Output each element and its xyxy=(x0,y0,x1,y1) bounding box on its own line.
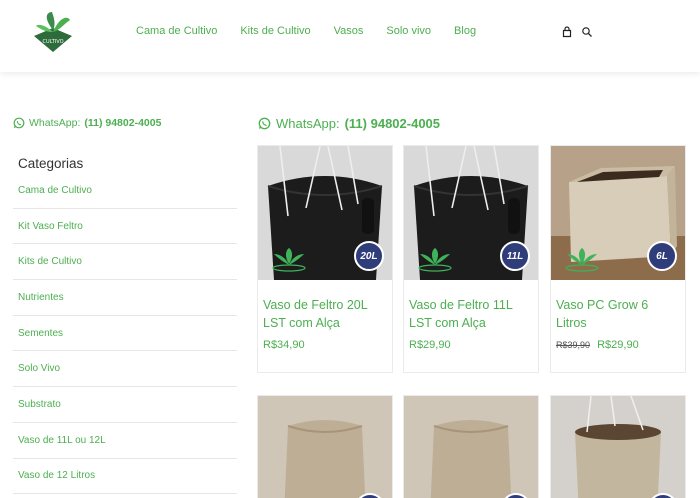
nav-blog[interactable]: Blog xyxy=(454,25,476,37)
sidebar-whatsapp[interactable]: WhatsApp: (11) 94802-4005 xyxy=(13,117,161,129)
svg-text:CULTIVO: CULTIVO xyxy=(42,39,63,45)
product-name[interactable]: Vaso de Feltro 11L LST com Alça xyxy=(409,296,534,332)
categories-title: Categorias xyxy=(18,156,84,171)
site-header: CULTIVO Cama de Cultivo Kits de Cultivo … xyxy=(0,0,700,72)
nav-cama-de-cultivo[interactable]: Cama de Cultivo xyxy=(136,25,217,37)
category-item[interactable]: Substrato xyxy=(13,387,237,423)
product-image[interactable] xyxy=(404,396,538,498)
category-item[interactable]: Nutrientes xyxy=(13,280,237,316)
search-icon[interactable] xyxy=(581,26,593,38)
product-card[interactable] xyxy=(550,395,686,498)
category-item[interactable]: Vaso de 11L ou 12L xyxy=(13,423,237,459)
product-price: R$39,90 R$29,90 xyxy=(556,339,639,351)
product-name[interactable]: Vaso de Feltro 20L LST com Alça xyxy=(263,296,388,332)
nav-kits-de-cultivo[interactable]: Kits de Cultivo xyxy=(240,25,310,37)
product-price-value: R$29,90 xyxy=(409,339,451,351)
nav-vasos[interactable]: Vasos xyxy=(334,25,364,37)
category-item[interactable]: Cama de Cultivo xyxy=(13,173,237,209)
category-item[interactable]: Kits de Cultivo xyxy=(13,244,237,281)
product-card[interactable]: 6L Vaso PC Grow 6 Litros R$39,90 R$29,90 xyxy=(550,145,686,373)
whatsapp-number: (11) 94802-4005 xyxy=(84,117,162,129)
size-badge: 11L xyxy=(500,241,530,271)
category-item[interactable]: Vaso de 12 Litros xyxy=(13,459,237,495)
product-price-value: R$34,90 xyxy=(263,339,305,351)
whatsapp-icon xyxy=(13,117,25,129)
category-list: Cama de Cultivo Kit Vaso Feltro Kits de … xyxy=(13,173,237,495)
main-whatsapp[interactable]: WhatsApp: (11) 94802-4005 xyxy=(258,116,440,131)
product-name[interactable]: Vaso PC Grow 6 Litros xyxy=(556,296,681,332)
main-nav: Cama de Cultivo Kits de Cultivo Vasos So… xyxy=(136,25,499,37)
product-old-price: R$39,90 xyxy=(556,340,591,350)
whatsapp-label: WhatsApp: xyxy=(276,116,340,131)
whatsapp-icon xyxy=(258,117,271,130)
product-image[interactable] xyxy=(258,396,392,498)
product-price-value: R$29,90 xyxy=(597,339,639,351)
product-image[interactable] xyxy=(551,396,685,498)
product-card[interactable] xyxy=(403,395,539,498)
category-item[interactable]: Kit Vaso Feltro xyxy=(13,209,237,245)
product-card[interactable] xyxy=(257,395,393,498)
size-badge: 20L xyxy=(354,241,384,271)
product-card[interactable]: 20L Vaso de Feltro 20L LST com Alça R$34… xyxy=(257,145,393,373)
whatsapp-number: (11) 94802-4005 xyxy=(344,116,441,131)
category-item[interactable]: Sementes xyxy=(13,316,237,352)
whatsapp-label: WhatsApp: xyxy=(29,117,81,129)
leaf-logo-icon xyxy=(272,248,306,272)
category-item[interactable]: Solo Vivo xyxy=(13,351,237,388)
shopping-bag-icon[interactable] xyxy=(561,26,573,38)
size-badge: 6L xyxy=(647,241,677,271)
product-card[interactable]: 11L Vaso de Feltro 11L LST com Alça R$29… xyxy=(403,145,539,373)
product-price: R$29,90 xyxy=(409,339,451,351)
logo-icon[interactable]: CULTIVO xyxy=(30,10,76,56)
leaf-logo-icon xyxy=(565,248,599,272)
leaf-logo-icon xyxy=(418,248,452,272)
product-price: R$34,90 xyxy=(263,339,305,351)
nav-solo-vivo[interactable]: Solo vivo xyxy=(386,25,431,37)
